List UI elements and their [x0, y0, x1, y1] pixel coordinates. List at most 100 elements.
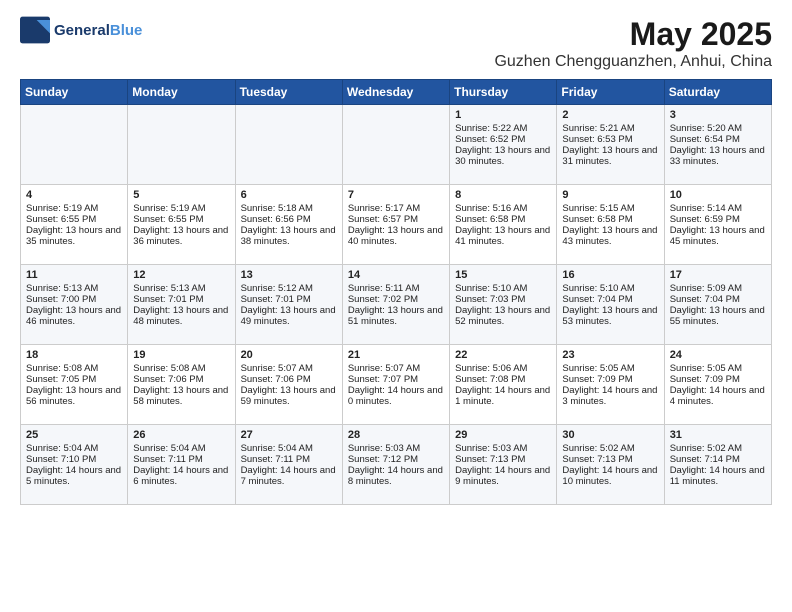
day-info: Sunrise: 5:11 AM — [348, 283, 444, 294]
day-info: Sunset: 6:57 PM — [348, 214, 444, 225]
day-number: 21 — [348, 349, 444, 361]
day-info: Daylight: 13 hours and 53 minutes. — [562, 305, 658, 327]
day-info: Sunrise: 5:03 AM — [455, 443, 551, 454]
day-info: Daylight: 13 hours and 55 minutes. — [670, 305, 766, 327]
calendar-cell: 20Sunrise: 5:07 AMSunset: 7:06 PMDayligh… — [235, 345, 342, 425]
day-info: Daylight: 14 hours and 7 minutes. — [241, 465, 337, 487]
day-info: Sunrise: 5:12 AM — [241, 283, 337, 294]
day-info: Daylight: 13 hours and 40 minutes. — [348, 225, 444, 247]
calendar-cell: 14Sunrise: 5:11 AMSunset: 7:02 PMDayligh… — [342, 265, 449, 345]
day-info: Daylight: 13 hours and 49 minutes. — [241, 305, 337, 327]
day-info: Sunrise: 5:07 AM — [348, 363, 444, 374]
day-info: Sunset: 7:09 PM — [670, 374, 766, 385]
day-info: Daylight: 14 hours and 4 minutes. — [670, 385, 766, 407]
day-info: Sunrise: 5:10 AM — [455, 283, 551, 294]
day-info: Sunset: 7:05 PM — [26, 374, 122, 385]
calendar-cell — [235, 105, 342, 185]
week-row-1: 1Sunrise: 5:22 AMSunset: 6:52 PMDaylight… — [21, 105, 772, 185]
day-number: 14 — [348, 269, 444, 281]
day-number: 30 — [562, 429, 658, 441]
day-info: Daylight: 14 hours and 9 minutes. — [455, 465, 551, 487]
calendar: SundayMondayTuesdayWednesdayThursdayFrid… — [20, 79, 772, 505]
day-number: 16 — [562, 269, 658, 281]
day-info: Sunset: 7:13 PM — [562, 454, 658, 465]
calendar-cell: 11Sunrise: 5:13 AMSunset: 7:00 PMDayligh… — [21, 265, 128, 345]
weekday-header-wednesday: Wednesday — [342, 80, 449, 105]
calendar-cell: 28Sunrise: 5:03 AMSunset: 7:12 PMDayligh… — [342, 425, 449, 505]
weekday-header-row: SundayMondayTuesdayWednesdayThursdayFrid… — [21, 80, 772, 105]
day-number: 5 — [133, 189, 229, 201]
calendar-cell: 5Sunrise: 5:19 AMSunset: 6:55 PMDaylight… — [128, 185, 235, 265]
day-info: Sunrise: 5:07 AM — [241, 363, 337, 374]
day-info: Sunset: 7:11 PM — [133, 454, 229, 465]
day-info: Sunset: 7:11 PM — [241, 454, 337, 465]
day-info: Sunset: 6:55 PM — [133, 214, 229, 225]
calendar-cell: 2Sunrise: 5:21 AMSunset: 6:53 PMDaylight… — [557, 105, 664, 185]
day-number: 25 — [26, 429, 122, 441]
day-info: Sunrise: 5:06 AM — [455, 363, 551, 374]
calendar-cell: 24 Sunrise: 5:05 AMSunset: 7:09 PMDayligh… — [664, 345, 771, 425]
day-info: Sunset: 7:06 PM — [133, 374, 229, 385]
header: GeneralBlue May 2025 Guzhen Chengguanzhe… — [20, 16, 772, 71]
day-info: Sunrise: 5:15 AM — [562, 203, 658, 214]
day-info: Daylight: 13 hours and 48 minutes. — [133, 305, 229, 327]
calendar-cell: 13 Sunrise: 5:12 AMSunset: 7:01 PMDayligh… — [235, 265, 342, 345]
day-info: Sunrise: 5:19 AM — [133, 203, 229, 214]
calendar-cell: 25Sunrise: 5:04 AMSunset: 7:10 PMDayligh… — [21, 425, 128, 505]
calendar-cell: 27Sunrise: 5:04 AMSunset: 7:11 PMDayligh… — [235, 425, 342, 505]
day-info: Sunrise: 5:16 AM — [455, 203, 551, 214]
day-info: Sunrise: 5:05 AM — [670, 363, 766, 374]
day-info: Daylight: 13 hours and 31 minutes. — [562, 145, 658, 167]
day-number: 1 — [455, 109, 551, 121]
day-info: Sunset: 7:04 PM — [562, 294, 658, 305]
day-info: Sunrise: 5:08 AM — [26, 363, 122, 374]
day-info: Sunset: 7:04 PM — [670, 294, 766, 305]
day-info: Sunrise: 5:04 AM — [26, 443, 122, 454]
day-number: 22 — [455, 349, 551, 361]
weekday-header-friday: Friday — [557, 80, 664, 105]
day-number: 26 — [133, 429, 229, 441]
day-info: Sunrise: 5:19 AM — [26, 203, 122, 214]
day-info: Sunrise: 5:09 AM — [670, 283, 766, 294]
calendar-cell: 6Sunrise: 5:18 AMSunset: 6:56 PMDaylight… — [235, 185, 342, 265]
day-number: 31 — [670, 429, 766, 441]
page: GeneralBlue May 2025 Guzhen Chengguanzhe… — [0, 0, 792, 612]
calendar-cell: 1Sunrise: 5:22 AMSunset: 6:52 PMDaylight… — [450, 105, 557, 185]
day-info: Daylight: 14 hours and 8 minutes. — [348, 465, 444, 487]
day-info: Sunset: 6:58 PM — [562, 214, 658, 225]
day-number: 29 — [455, 429, 551, 441]
day-info: Sunrise: 5:18 AM — [241, 203, 337, 214]
day-info: Sunset: 7:00 PM — [26, 294, 122, 305]
calendar-cell: 17Sunrise: 5:09 AMSunset: 7:04 PMDayligh… — [664, 265, 771, 345]
day-number: 3 — [670, 109, 766, 121]
logo-text: GeneralBlue — [54, 22, 142, 39]
day-number: 15 — [455, 269, 551, 281]
day-info: Sunset: 7:01 PM — [241, 294, 337, 305]
day-info: Sunset: 7:13 PM — [455, 454, 551, 465]
weekday-header-tuesday: Tuesday — [235, 80, 342, 105]
day-info: Daylight: 14 hours and 5 minutes. — [26, 465, 122, 487]
day-info: Daylight: 13 hours and 43 minutes. — [562, 225, 658, 247]
day-number: 6 — [241, 189, 337, 201]
day-info: Daylight: 14 hours and 0 minutes. — [348, 385, 444, 407]
day-info: Sunset: 7:14 PM — [670, 454, 766, 465]
calendar-cell: 23Sunrise: 5:05 AMSunset: 7:09 PMDayligh… — [557, 345, 664, 425]
day-number: 13 — [241, 269, 337, 281]
calendar-cell: 16Sunrise: 5:10 AMSunset: 7:04 PMDayligh… — [557, 265, 664, 345]
day-number: 8 — [455, 189, 551, 201]
day-info: Sunset: 6:53 PM — [562, 134, 658, 145]
calendar-cell — [342, 105, 449, 185]
day-info: Sunset: 6:59 PM — [670, 214, 766, 225]
calendar-cell: 3Sunrise: 5:20 AMSunset: 6:54 PMDaylight… — [664, 105, 771, 185]
calendar-cell: 19Sunrise: 5:08 AMSunset: 7:06 PMDayligh… — [128, 345, 235, 425]
day-info: Sunrise: 5:02 AM — [562, 443, 658, 454]
weekday-header-saturday: Saturday — [664, 80, 771, 105]
day-info: Daylight: 13 hours and 56 minutes. — [26, 385, 122, 407]
day-number: 4 — [26, 189, 122, 201]
week-row-2: 4Sunrise: 5:19 AMSunset: 6:55 PMDaylight… — [21, 185, 772, 265]
day-info: Daylight: 13 hours and 45 minutes. — [670, 225, 766, 247]
calendar-cell: 26Sunrise: 5:04 AMSunset: 7:11 PMDayligh… — [128, 425, 235, 505]
day-info: Sunset: 6:54 PM — [670, 134, 766, 145]
day-info: Sunset: 7:02 PM — [348, 294, 444, 305]
day-number: 24 — [670, 349, 766, 361]
